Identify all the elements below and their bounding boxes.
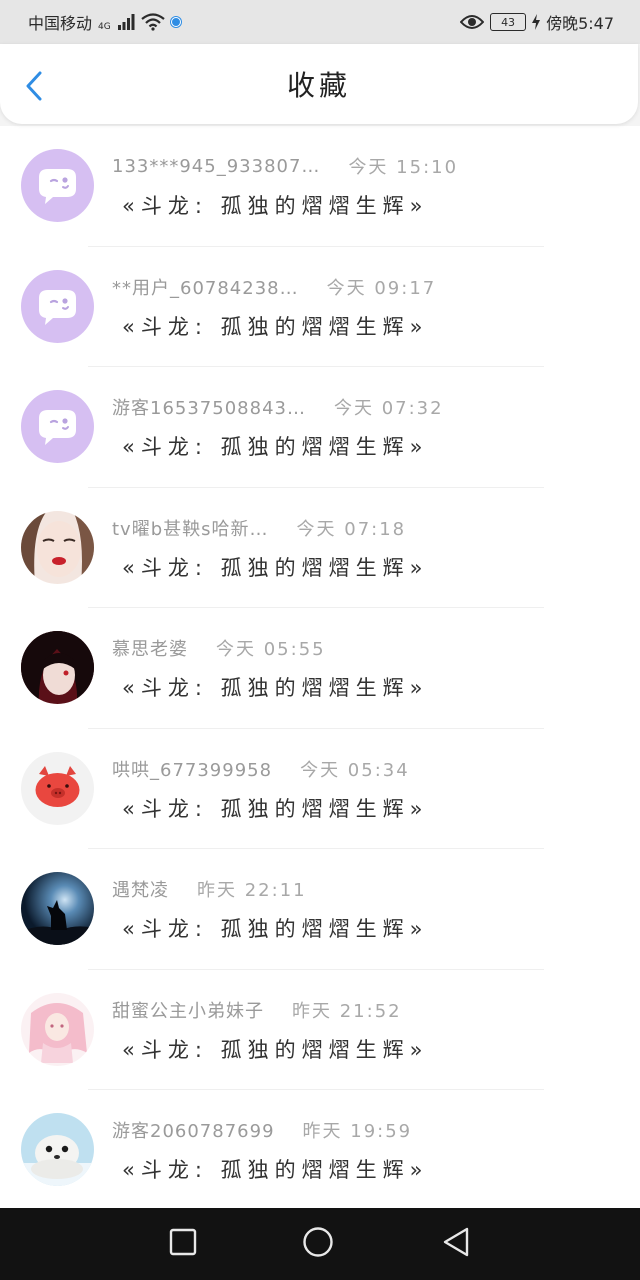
notification-dot-icon xyxy=(170,17,181,27)
wifi-icon xyxy=(141,13,165,31)
timestamp: 今天 07:18 xyxy=(296,518,407,540)
timestamp: 今天 05:55 xyxy=(216,639,326,660)
list-item[interactable]: tv曜b甚鞅s哈新… 今天 07:18 «斗龙: 孤独的熠熠生辉» xyxy=(0,488,640,608)
item-meta: 慕思老婆 今天 05:55 xyxy=(112,635,620,661)
list-item[interactable]: 遇梵凌 昨天 22:11 «斗龙: 孤独的熠熠生辉» xyxy=(0,849,640,970)
item-meta: 甜蜜公主小弟妹子 昨天 21:52 xyxy=(112,997,620,1023)
list-item[interactable]: 游客2060787699 昨天 19:59 «斗龙: 孤独的熠熠生辉» xyxy=(0,1090,640,1211)
item-meta: 遇梵凌 昨天 22:11 xyxy=(112,876,620,902)
pink-anime-avatar[interactable] xyxy=(21,992,94,1066)
favorites-list: 133***945_933807… 今天 15:10 «斗龙: 孤独的熠熠生辉»… xyxy=(0,126,640,1211)
username: 遇梵凌 xyxy=(112,880,169,901)
work-title: «斗龙: 孤独的熠熠生辉» xyxy=(122,1158,429,1182)
status-left: 中国移动 4G xyxy=(28,10,181,34)
username: 游客2060787699 xyxy=(112,1121,275,1142)
chat-bubble-avatar[interactable] xyxy=(21,390,94,463)
list-item[interactable]: 哄哄_677399958 今天 05:34 «斗龙: 孤独的熠熠生辉» xyxy=(0,729,640,849)
back-triangle-icon xyxy=(441,1226,471,1262)
timestamp: 今天 15:10 xyxy=(348,157,459,178)
work-title: «斗龙: 孤独的熠熠生辉» xyxy=(122,314,429,339)
recent-apps-icon xyxy=(169,1228,197,1260)
work-title: «斗龙: 孤独的熠熠生辉» xyxy=(122,555,429,580)
item-meta: 133***945_933807… 今天 15:10 xyxy=(112,153,620,179)
chat-bubble-avatar[interactable] xyxy=(21,269,94,343)
battery-icon: 43 xyxy=(490,13,527,31)
header-card: 收藏 xyxy=(0,44,638,124)
username: 慕思老婆 xyxy=(112,639,188,660)
work-title: «斗龙: 孤独的熠熠生辉» xyxy=(122,194,429,218)
work-title: «斗龙: 孤独的熠熠生辉» xyxy=(122,917,429,941)
username: 133***945_933807… xyxy=(112,155,321,177)
timestamp: 今天 09:17 xyxy=(326,277,437,299)
username: 哄哄_677399958 xyxy=(112,759,273,781)
item-meta: 游客2060787699 昨天 19:59 xyxy=(112,1117,620,1143)
list-item[interactable]: 甜蜜公主小弟妹子 昨天 21:52 «斗龙: 孤独的熠熠生辉» xyxy=(0,970,640,1090)
anime-girl-avatar[interactable] xyxy=(21,631,94,704)
item-meta: **用户_60784238… 今天 09:17 xyxy=(112,274,620,300)
chat-bubble-avatar[interactable] xyxy=(21,149,94,222)
item-meta: 游客16537508843… 今天 07:32 xyxy=(112,394,620,420)
username: 游客16537508843… xyxy=(112,398,306,419)
header: 收藏 xyxy=(0,44,640,126)
home-icon xyxy=(302,1226,334,1262)
username: tv曜b甚鞅s哈新… xyxy=(112,518,269,540)
charging-icon xyxy=(532,14,541,30)
page-title: 收藏 xyxy=(286,69,351,102)
list-item[interactable]: **用户_60784238… 今天 09:17 «斗龙: 孤独的熠熠生辉» xyxy=(0,247,640,367)
nav-bar xyxy=(0,1208,640,1280)
home-button[interactable] xyxy=(302,1226,334,1262)
username: 甜蜜公主小弟妹子 xyxy=(112,1000,264,1022)
wolf-moon-avatar[interactable] xyxy=(21,872,94,945)
status-bar: 中国移动 4G 43 傍晚5:47 xyxy=(0,0,640,44)
woman-face-avatar[interactable] xyxy=(21,510,94,584)
timestamp: 昨天 19:59 xyxy=(302,1121,413,1142)
carrier-label: 中国移动 xyxy=(28,14,93,33)
work-title: «斗龙: 孤独的熠熠生辉» xyxy=(122,676,429,700)
timestamp: 昨天 21:52 xyxy=(292,1000,402,1022)
eye-comfort-icon xyxy=(460,14,485,30)
clock: 傍晚5:47 xyxy=(546,14,614,33)
recent-apps-button[interactable] xyxy=(167,1228,199,1260)
item-meta: tv曜b甚鞅s哈新… 今天 07:18 xyxy=(112,515,620,541)
timestamp: 今天 07:32 xyxy=(333,398,444,419)
status-right: 43 傍晚5:47 xyxy=(460,10,614,34)
work-title: «斗龙: 孤独的熠熠生辉» xyxy=(122,796,429,821)
work-title: «斗龙: 孤独的熠熠生辉» xyxy=(122,435,429,459)
seal-avatar[interactable] xyxy=(21,1113,94,1186)
username: **用户_60784238… xyxy=(112,277,299,299)
timestamp: 昨天 22:11 xyxy=(197,880,307,901)
network-type: 4G xyxy=(98,22,111,32)
item-meta: 哄哄_677399958 今天 05:34 xyxy=(112,756,620,782)
signal-icon xyxy=(117,14,135,30)
system-back-button[interactable] xyxy=(440,1226,472,1262)
list-item[interactable]: 133***945_933807… 今天 15:10 «斗龙: 孤独的熠熠生辉» xyxy=(0,126,640,247)
work-title: «斗龙: 孤独的熠熠生辉» xyxy=(122,1037,429,1062)
timestamp: 今天 05:34 xyxy=(300,759,410,781)
pig-avatar[interactable] xyxy=(21,751,94,825)
list-item[interactable]: 游客16537508843… 今天 07:32 «斗龙: 孤独的熠熠生辉» xyxy=(0,367,640,488)
list-item[interactable]: 慕思老婆 今天 05:55 «斗龙: 孤独的熠熠生辉» xyxy=(0,608,640,729)
